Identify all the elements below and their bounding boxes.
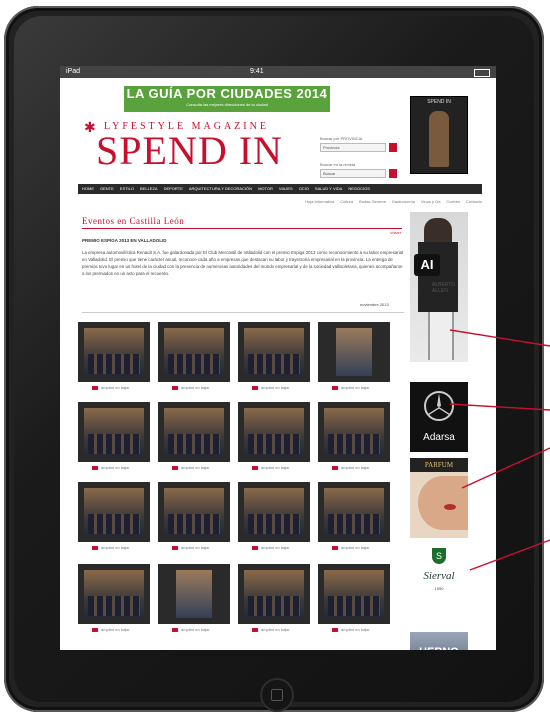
callout-line-2: [449, 403, 550, 411]
callout-line-3: [461, 447, 550, 489]
callout-line-4: [469, 539, 550, 571]
callout-line-1: [449, 329, 550, 347]
callout-lines: [449, 329, 550, 571]
